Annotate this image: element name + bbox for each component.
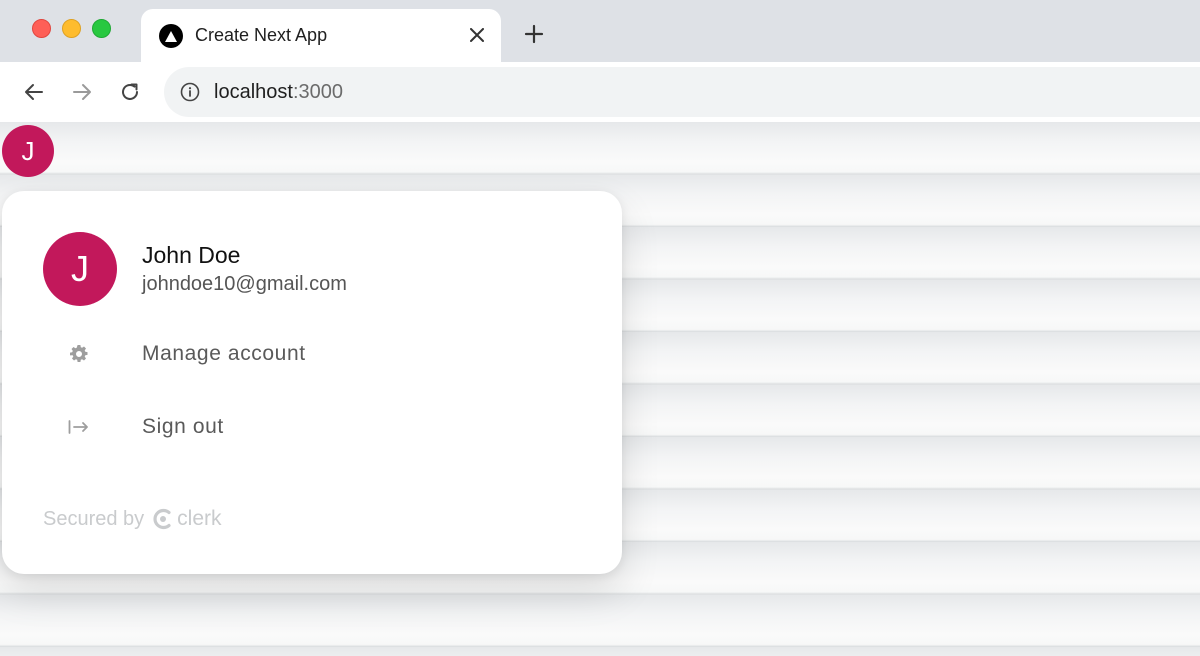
url-port: :3000 [292, 81, 343, 103]
browser-titlebar: Create Next App [0, 0, 1200, 62]
tab-title: Create Next App [195, 25, 328, 45]
page-content: J J John Doe johndoe10@gmail.com Manage … [0, 122, 1200, 656]
browser-toolbar: localhost:3000 [0, 62, 1200, 122]
arrow-left-icon[interactable] [20, 78, 48, 106]
window-maximize-button[interactable] [92, 19, 111, 38]
avatar: J [43, 232, 117, 306]
secured-by-text: Secured by [43, 507, 145, 530]
user-button-popover: J John Doe johndoe10@gmail.com Manage ac… [2, 191, 622, 574]
manage-account-button[interactable]: Manage account [22, 326, 602, 382]
info-icon[interactable] [180, 82, 200, 102]
plus-icon[interactable] [522, 22, 546, 46]
reload-icon[interactable] [116, 78, 144, 106]
address-bar[interactable]: localhost:3000 [164, 67, 1200, 117]
secured-by-footer: Secured by clerk [43, 505, 222, 533]
browser-tab[interactable]: Create Next App [141, 9, 501, 62]
user-name: John Doe [142, 242, 241, 268]
url-host: localhost [214, 81, 293, 103]
gear-icon [68, 343, 90, 365]
manage-account-label: Manage account [142, 342, 306, 365]
close-icon[interactable] [467, 25, 487, 45]
arrow-right-icon[interactable] [68, 78, 96, 106]
clerk-logo-icon [152, 508, 174, 530]
nextjs-triangle-icon [159, 24, 183, 48]
user-email: johndoe10@gmail.com [142, 273, 347, 295]
url-text: localhost:3000 [214, 80, 343, 104]
clerk-brand-text: clerk [177, 507, 222, 530]
sign-out-icon [68, 416, 90, 438]
window-close-button[interactable] [32, 19, 51, 38]
user-button-avatar[interactable]: J [2, 125, 54, 177]
window-minimize-button[interactable] [62, 19, 81, 38]
sign-out-label: Sign out [142, 415, 224, 438]
sign-out-button[interactable]: Sign out [22, 399, 602, 455]
